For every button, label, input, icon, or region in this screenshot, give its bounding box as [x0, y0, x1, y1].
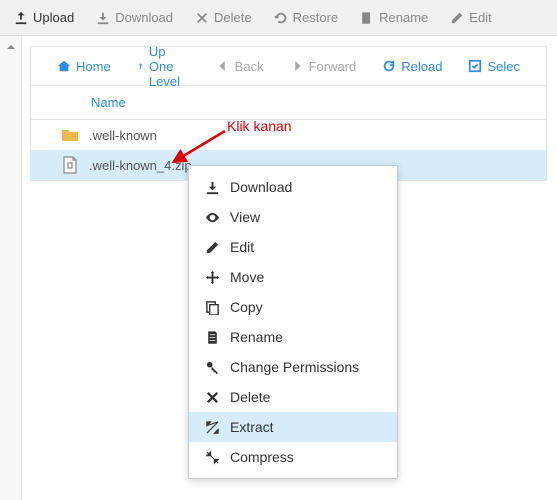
ctx-move[interactable]: Move	[189, 262, 397, 292]
ctx-label: Edit	[230, 239, 254, 255]
download-icon	[205, 180, 220, 195]
delete-icon	[195, 11, 209, 25]
eye-icon	[205, 210, 220, 225]
ctx-download[interactable]: Download	[189, 172, 397, 202]
chevron-up-icon	[6, 42, 16, 52]
reload-icon	[382, 59, 396, 73]
select-all-button[interactable]: Selec	[460, 55, 528, 78]
move-icon	[205, 270, 220, 285]
up-level-icon	[137, 59, 144, 73]
download-icon	[96, 11, 110, 25]
ctx-compress[interactable]: Compress	[189, 442, 397, 472]
forward-button[interactable]: Forward	[282, 55, 365, 78]
left-gutter	[0, 36, 22, 500]
forward-icon	[290, 59, 304, 73]
edit-label: Edit	[469, 10, 491, 25]
ctx-rename[interactable]: Rename	[189, 322, 397, 352]
forward-label: Forward	[309, 59, 357, 74]
ctx-label: Extract	[230, 419, 274, 435]
up-label: Up One Level	[149, 44, 190, 89]
x-icon	[205, 390, 220, 405]
ctx-view[interactable]: View	[189, 202, 397, 232]
reload-label: Reload	[401, 59, 442, 74]
select-icon	[468, 59, 482, 73]
ctx-label: Move	[230, 269, 264, 285]
delete-button[interactable]: Delete	[187, 5, 260, 30]
restore-icon	[274, 11, 288, 25]
ctx-delete[interactable]: Delete	[189, 382, 397, 412]
home-button[interactable]: Home	[49, 55, 119, 78]
ctx-label: Copy	[230, 299, 263, 315]
back-label: Back	[235, 59, 264, 74]
rename-label: Rename	[379, 10, 428, 25]
back-button[interactable]: Back	[208, 55, 272, 78]
document-icon	[205, 330, 220, 345]
ctx-label: Change Permissions	[230, 359, 359, 375]
zip-file-icon	[61, 156, 79, 174]
back-icon	[216, 59, 230, 73]
folder-icon	[61, 126, 79, 144]
ctx-label: Compress	[230, 449, 294, 465]
select-label: Selec	[487, 59, 520, 74]
copy-icon	[205, 300, 220, 315]
ctx-label: Download	[230, 179, 292, 195]
upload-button[interactable]: Upload	[6, 5, 82, 30]
ctx-extract[interactable]: Extract	[189, 412, 397, 442]
download-label: Download	[115, 10, 173, 25]
context-menu: Download View Edit Move Copy Rename Chan…	[188, 165, 398, 479]
annotation-arrow-1	[170, 126, 230, 166]
rename-icon	[360, 11, 374, 25]
edit-button[interactable]: Edit	[442, 5, 499, 30]
download-button[interactable]: Download	[88, 5, 181, 30]
ctx-label: View	[230, 209, 260, 225]
restore-label: Restore	[293, 10, 339, 25]
column-name-header[interactable]: Name	[91, 95, 126, 110]
upload-label: Upload	[33, 10, 74, 25]
ctx-copy[interactable]: Copy	[189, 292, 397, 322]
key-icon	[205, 360, 220, 375]
ctx-permissions[interactable]: Change Permissions	[189, 352, 397, 382]
expand-icon	[205, 420, 220, 435]
restore-button[interactable]: Restore	[266, 5, 347, 30]
compress-icon	[205, 450, 220, 465]
delete-label: Delete	[214, 10, 252, 25]
annotation-klik-kanan: Klik kanan	[227, 118, 292, 134]
upload-icon	[14, 11, 28, 25]
rename-button[interactable]: Rename	[352, 5, 436, 30]
pencil-icon	[205, 240, 220, 255]
main-toolbar: Upload Download Delete Restore Rename Ed…	[0, 0, 557, 36]
home-icon	[57, 59, 71, 73]
column-header-row: Name	[31, 86, 546, 120]
ctx-edit[interactable]: Edit	[189, 232, 397, 262]
navigation-toolbar: Home Up One Level Back Forward Reload Se…	[30, 46, 547, 86]
up-one-level-button[interactable]: Up One Level	[129, 40, 198, 93]
ctx-label: Delete	[230, 389, 270, 405]
file-name: .well-known	[89, 128, 157, 143]
edit-icon	[450, 11, 464, 25]
reload-button[interactable]: Reload	[374, 55, 450, 78]
ctx-label: Rename	[230, 329, 283, 345]
home-label: Home	[76, 59, 111, 74]
